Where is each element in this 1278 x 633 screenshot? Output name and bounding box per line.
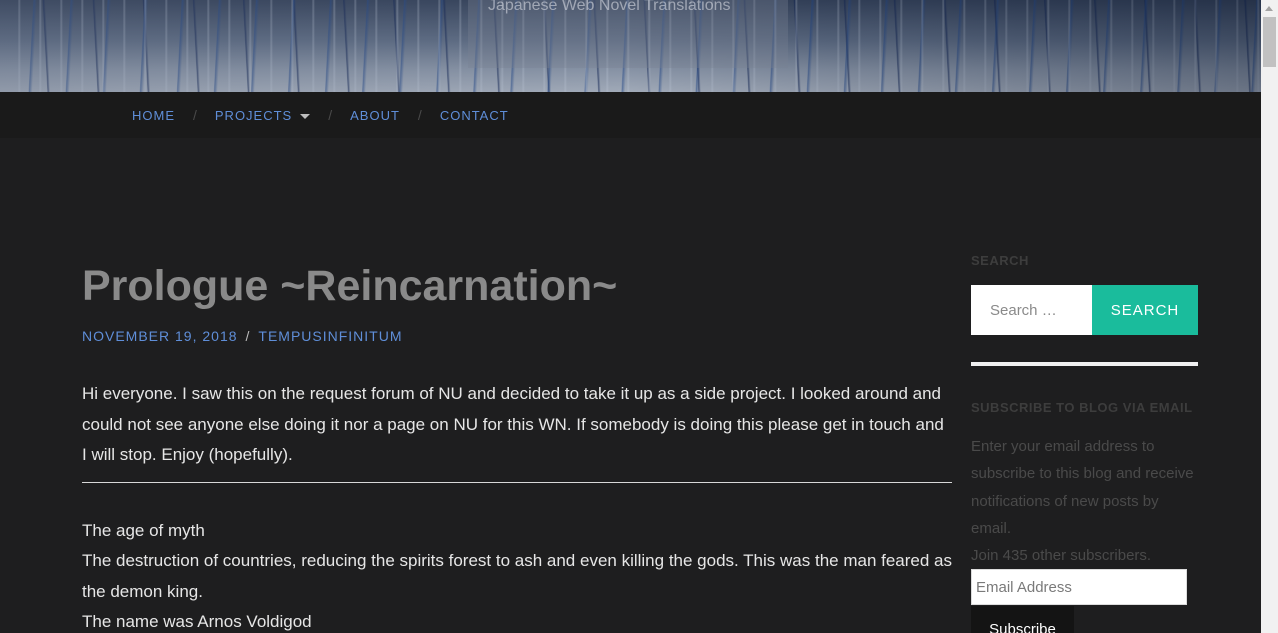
scroll-up-arrow-icon[interactable] <box>1261 0 1278 17</box>
post-content: Hi everyone. I saw this on the request f… <box>82 379 952 633</box>
nav-item-contact[interactable]: CONTACT <box>440 108 509 123</box>
nav-item-home[interactable]: HOME <box>132 108 175 123</box>
meta-separator: / <box>245 328 251 344</box>
subscribe-button[interactable]: Subscribe <box>971 606 1074 633</box>
post-date-link[interactable]: NOVEMBER 19, 2018 <box>82 328 238 344</box>
post-line: The destruction of countries, reducing t… <box>82 551 952 601</box>
nav-separator: / <box>328 107 333 123</box>
subscriber-count: Join 435 other subscribers. <box>971 547 1152 565</box>
search-form: SEARCH <box>971 285 1198 335</box>
main-navigation: HOME / PROJECTS / ABOUT / CONTACT <box>0 92 1261 138</box>
post-author-link[interactable]: TEMPUSINFINITUM <box>258 328 402 344</box>
search-widget-title: SEARCH <box>971 253 1029 268</box>
scrollbar-thumb[interactable] <box>1263 17 1276 67</box>
content-divider <box>82 481 952 483</box>
site-tagline: Japanese Web Novel Translations <box>488 0 731 14</box>
nav-separator: / <box>417 107 422 123</box>
nav-item-projects-label: PROJECTS <box>214 107 293 123</box>
nav-item-projects[interactable]: PROJECTS <box>214 107 311 123</box>
widget-divider <box>971 362 1198 366</box>
subscribe-description: Enter your email address to subscribe to… <box>971 433 1198 569</box>
caret-down-icon <box>300 113 311 119</box>
post-line: The name was Arnos Voldigod <box>82 612 312 631</box>
nav-item-about[interactable]: ABOUT <box>350 108 400 123</box>
post-meta: NOVEMBER 19, 2018 / TEMPUSINFINITUM <box>82 328 403 344</box>
page-scrollbar[interactable] <box>1261 0 1278 633</box>
nav-menu: HOME / PROJECTS / ABOUT / CONTACT <box>132 92 509 138</box>
post-intro: Hi everyone. I saw this on the request f… <box>82 384 944 464</box>
email-field[interactable] <box>971 569 1187 606</box>
search-button[interactable]: SEARCH <box>1092 285 1198 335</box>
nav-separator: / <box>193 107 197 123</box>
post-line: The age of myth <box>82 520 205 540</box>
search-input[interactable] <box>971 285 1092 335</box>
sidebar: SEARCH SEARCH SUBSCRIBE TO BLOG VIA EMAI… <box>971 253 1198 633</box>
header-banner: Japanese Web Novel Translations <box>0 0 1261 92</box>
subscribe-description-text: Enter your email address to subscribe to… <box>971 438 1194 537</box>
post-title: Prologue ~Reincarnation~ <box>82 262 618 310</box>
subscribe-widget-title: SUBSCRIBE TO BLOG VIA EMAIL <box>971 400 1193 415</box>
